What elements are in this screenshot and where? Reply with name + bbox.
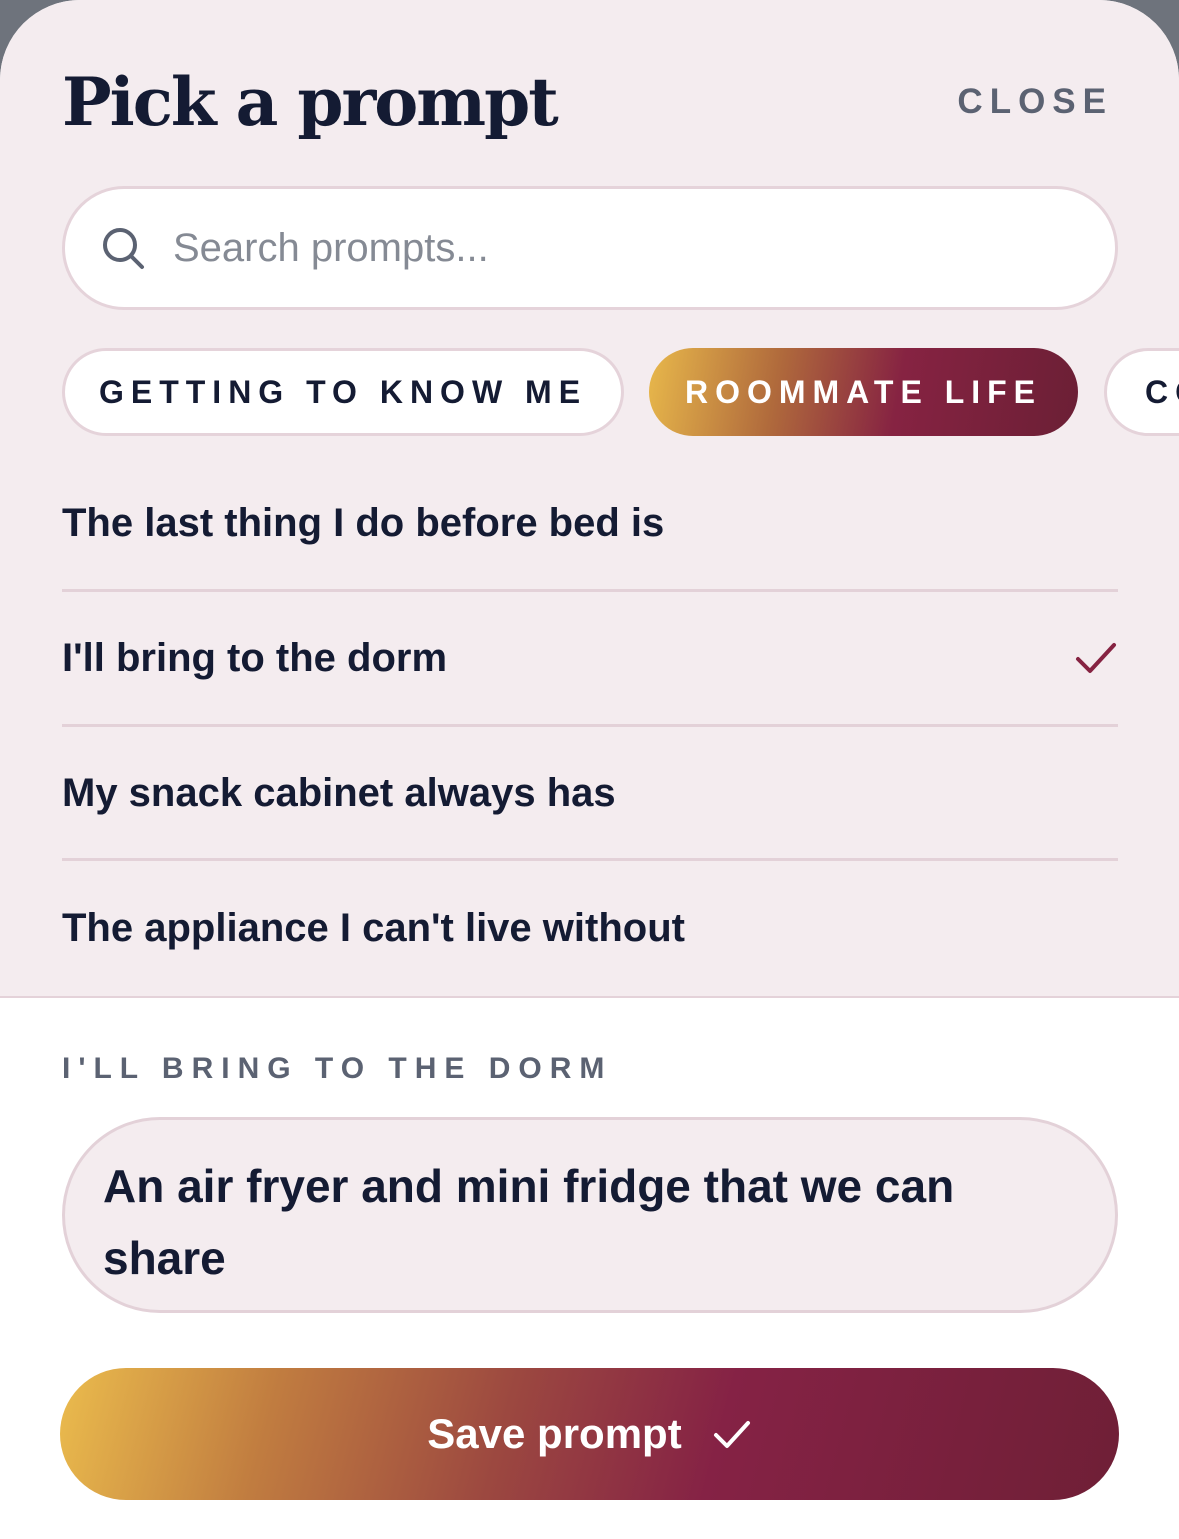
prompt-option-label: The appliance I can't live without [62,906,685,950]
answer-label: I'LL BRING TO THE DORM [62,1052,613,1085]
category-chip-label: ROOMMATE LIFE [684,373,1043,410]
category-chip-partial[interactable]: CO [1104,348,1179,436]
prompt-option[interactable]: My snack cabinet always has [62,726,1118,861]
answer-input[interactable]: An air fryer and mini fridge that we can… [62,1117,1118,1313]
prompt-option-selected[interactable]: I'll bring to the dorm [62,591,1118,726]
prompt-picker-sheet: Pick a prompt CLOSE GETTING TO KNOW ME R… [0,0,1179,1539]
close-button[interactable]: CLOSE [957,82,1113,122]
save-prompt-label: Save prompt [427,1410,682,1457]
category-chip-label: GETTING TO KNOW ME [98,373,588,410]
page-title: Pick a prompt [62,63,559,141]
prompt-option-label: The last thing I do before bed is [62,501,665,545]
checkmark-icon [1076,642,1116,673]
category-chip-label: CO [1145,373,1179,410]
prompt-option[interactable]: The last thing I do before bed is [62,456,1118,591]
prompt-option-label: My snack cabinet always has [62,771,616,815]
prompt-option[interactable]: The appliance I can't live without [62,861,1118,996]
checkmark-icon [713,1421,750,1448]
prompt-picker-panel: Pick a prompt CLOSE GETTING TO KNOW ME R… [0,0,1179,998]
search-icon [103,228,144,269]
save-prompt-button[interactable]: Save prompt [60,1368,1119,1500]
category-chip-roommate-life[interactable]: ROOMMATE LIFE [649,348,1078,436]
search-input[interactable] [173,213,1073,283]
prompt-option-label: I'll bring to the dorm [62,636,448,680]
search-bar[interactable] [62,186,1118,310]
category-chip-getting-to-know-me[interactable]: GETTING TO KNOW ME [62,348,624,436]
